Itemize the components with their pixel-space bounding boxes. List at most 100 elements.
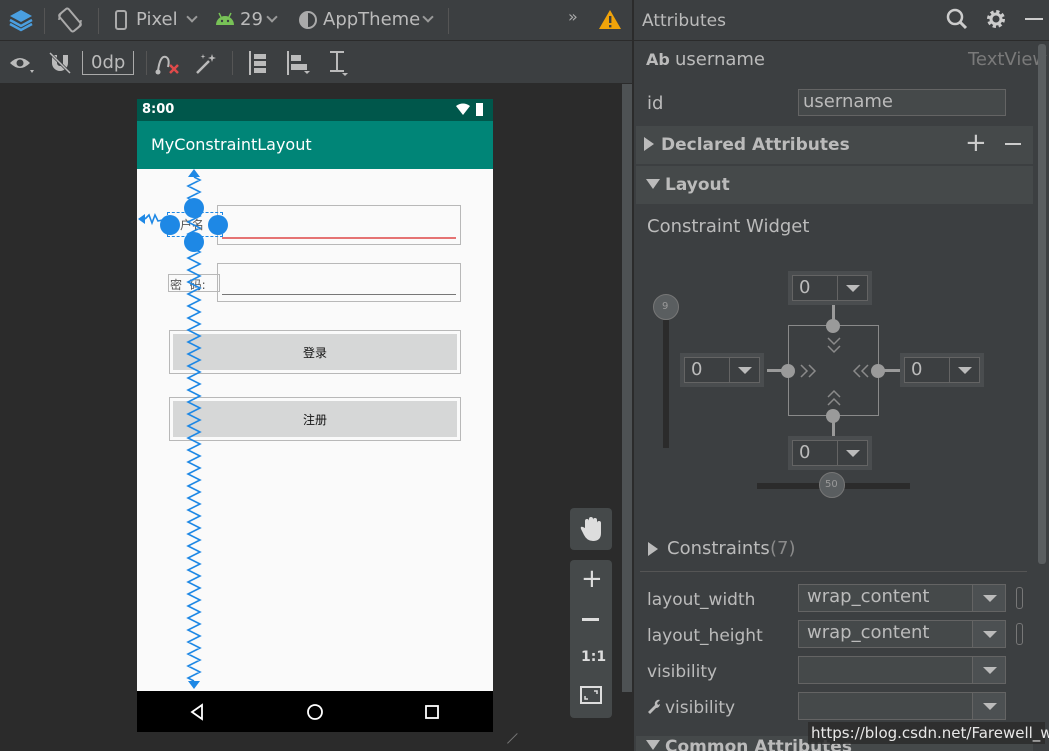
right-constraint-dot[interactable]	[871, 364, 885, 378]
eye-icon[interactable]	[8, 53, 36, 75]
constraints-section-header[interactable]: Constraints (7)	[640, 536, 940, 562]
divider	[640, 571, 1027, 572]
layout-section-header[interactable]: Layout	[636, 166, 1033, 204]
layout-height-value: wrap_content	[807, 622, 930, 643]
zoom-in-icon[interactable]: +	[581, 564, 603, 594]
gear-icon[interactable]	[985, 8, 1007, 30]
collapse-arrow-icon	[646, 179, 660, 189]
pack-icon[interactable]	[244, 49, 272, 77]
bottom-constraint-handle[interactable]	[184, 232, 204, 252]
zoom-to-fit-icon[interactable]	[580, 686, 602, 704]
layout-height-dropdown[interactable]: wrap_content	[798, 620, 1006, 648]
layout-width-dropdown[interactable]: wrap_content	[798, 584, 1006, 612]
layout-width-label: layout_width	[647, 590, 756, 610]
theme-name: AppTheme	[323, 9, 421, 30]
rotate-device-icon[interactable]	[56, 6, 84, 34]
device-selector[interactable]: Pixel	[112, 6, 204, 34]
layout-width-resource-button[interactable]	[1016, 587, 1023, 609]
pan-button[interactable]	[570, 508, 612, 550]
component-type-icon: Ab	[646, 50, 670, 69]
watermark-bg: https://blog.csdn.net/Farewell_w	[808, 722, 1049, 744]
guidelines-icon[interactable]	[324, 49, 352, 77]
margin-right-selector[interactable]: 0	[900, 353, 984, 387]
hand-icon	[580, 517, 601, 541]
attributes-panel: Attributes Ab username TextView id usern…	[633, 0, 1049, 751]
magnet-icon[interactable]	[48, 51, 74, 75]
layout-height-label: layout_height	[647, 626, 763, 646]
visibility-label: visibility	[647, 662, 718, 682]
vertical-bias-track[interactable]	[663, 320, 669, 448]
separator	[232, 51, 233, 75]
app-bar: MyConstraintLayout	[137, 121, 493, 169]
api-level: 29	[240, 9, 263, 30]
margin-bottom-selector[interactable]: 0	[788, 436, 872, 470]
margin-bottom-value: 0	[799, 442, 811, 463]
attributes-header: Attributes	[634, 0, 1049, 41]
separator	[146, 51, 147, 75]
panel-scrollbar[interactable]	[1038, 44, 1046, 564]
id-field[interactable]: username	[798, 89, 1006, 116]
separator	[448, 8, 449, 34]
theme-selector[interactable]: AppTheme	[296, 6, 440, 34]
margin-top-selector[interactable]: 0	[788, 271, 872, 305]
separator	[44, 8, 45, 34]
clear-constraints-icon[interactable]	[154, 51, 182, 77]
bottom-constraint-dot[interactable]	[826, 409, 840, 423]
remove-attribute-icon[interactable]	[1005, 143, 1021, 145]
expand-arrow-icon	[648, 542, 658, 556]
collapse-arrow-icon	[646, 740, 660, 750]
widget-view-box	[788, 325, 879, 416]
chevron-down-icon	[422, 11, 434, 23]
zoom-controls: + 1:1	[570, 560, 612, 718]
search-icon[interactable]	[946, 8, 968, 30]
margin-top-value: 0	[799, 277, 811, 298]
component-class: TextView	[968, 49, 1048, 70]
phone-icon	[115, 10, 127, 30]
overflow-icon[interactable]: »	[568, 7, 578, 26]
left-constraint-handle[interactable]	[160, 215, 180, 235]
layout-height-resource-button[interactable]	[1016, 623, 1023, 645]
api-level-selector[interactable]: 29	[212, 6, 284, 34]
warning-icon[interactable]	[598, 8, 622, 30]
zoom-out-icon[interactable]	[582, 618, 599, 621]
horizontal-bias-thumb[interactable]: 50	[819, 472, 845, 498]
chevron-down-icon	[186, 11, 198, 23]
battery-icon	[476, 103, 483, 116]
tools-visibility-label: visibility	[665, 698, 736, 718]
expand-arrow-icon	[644, 137, 654, 151]
minimize-icon[interactable]	[1025, 18, 1043, 20]
declared-attributes-title: Declared Attributes	[661, 135, 850, 155]
app-title: MyConstraintLayout	[151, 135, 312, 154]
tools-visibility-dropdown[interactable]	[798, 692, 1006, 720]
device-name: Pixel	[136, 9, 178, 30]
vertical-bias-thumb[interactable]: 9	[653, 294, 679, 320]
infer-constraints-icon[interactable]	[194, 51, 220, 77]
declared-attributes-header[interactable]: Declared Attributes +	[636, 126, 1033, 164]
top-constraint-handle[interactable]	[184, 198, 204, 218]
back-icon[interactable]	[189, 703, 205, 721]
constraints-label: Constraints	[667, 538, 770, 559]
add-attribute-icon[interactable]: +	[965, 128, 987, 158]
device-preview[interactable]: 8:00 MyConstraintLayout 户名 密 码: 登录 注册	[137, 99, 493, 732]
recents-icon[interactable]	[424, 703, 440, 721]
top-constraint-dot[interactable]	[826, 319, 840, 333]
layers-icon[interactable]	[8, 7, 34, 33]
wrap-content-icon	[800, 337, 869, 406]
attributes-title: Attributes	[642, 11, 726, 31]
visibility-dropdown[interactable]	[798, 656, 1006, 684]
canvas-scrollbar[interactable]	[622, 84, 632, 692]
home-icon[interactable]	[305, 702, 325, 722]
constraint-widget-title: Constraint Widget	[647, 216, 810, 237]
left-constraint-dot[interactable]	[781, 364, 795, 378]
component-id: username	[675, 49, 765, 70]
wifi-icon	[456, 103, 470, 115]
right-constraint-handle[interactable]	[208, 215, 228, 235]
zoom-actual-size[interactable]: 1:1	[581, 649, 606, 665]
vertical-bias-value: 9	[662, 301, 669, 312]
id-label: id	[647, 93, 664, 114]
navigation-bar	[137, 691, 493, 732]
watermark: https://blog.csdn.net/Farewell_w	[811, 724, 1049, 742]
align-icon[interactable]	[284, 49, 312, 77]
default-margin-selector[interactable]: 0dp	[82, 51, 134, 75]
margin-left-selector[interactable]: 0	[680, 353, 764, 387]
